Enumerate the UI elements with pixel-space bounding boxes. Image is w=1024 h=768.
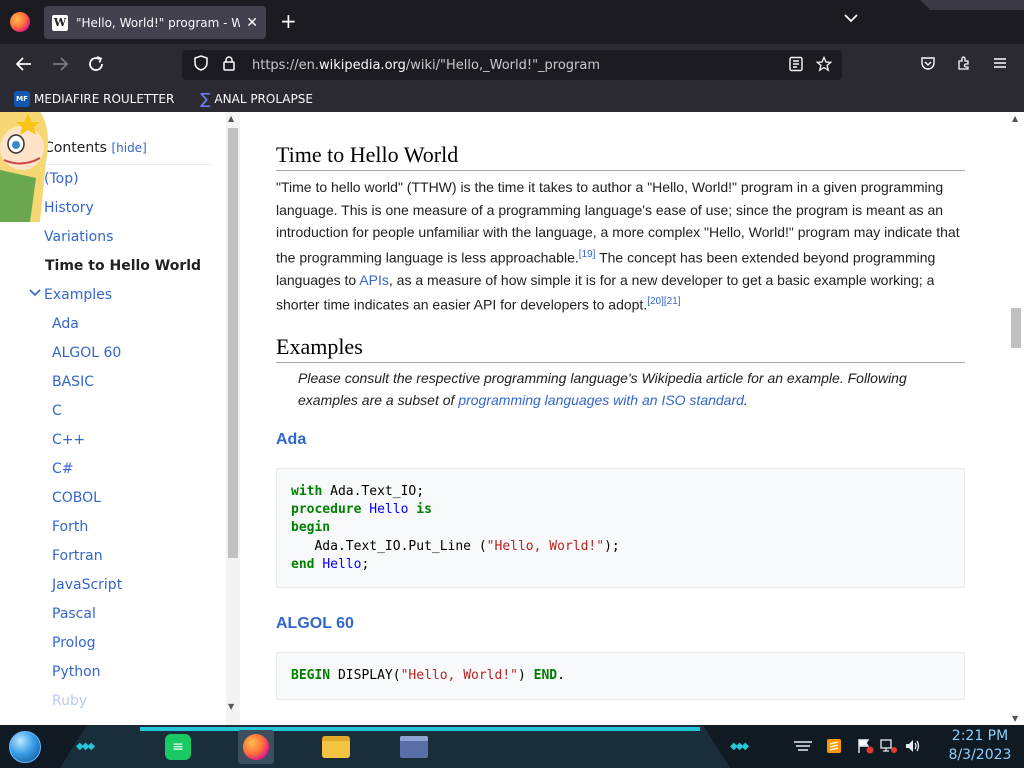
toc-item-fortran[interactable]: Fortran: [52, 548, 103, 564]
toc-item-pascal[interactable]: Pascal: [52, 606, 96, 622]
scroll-up-icon[interactable]: ▲: [228, 114, 234, 123]
firefox-icon[interactable]: [10, 12, 30, 32]
firefox-icon: [243, 734, 269, 760]
taskbar-app-firefox[interactable]: [238, 730, 274, 764]
tab-hello-world[interactable]: W "Hello, World!" program - Wikip ✕: [44, 6, 266, 39]
scroll-down-icon[interactable]: ▼: [1012, 714, 1018, 723]
sublime-icon[interactable]: [826, 738, 842, 758]
hatnote-text: .: [743, 392, 748, 408]
scroll-down-icon[interactable]: ▼: [228, 702, 234, 711]
toc-item-cpp[interactable]: C++: [52, 432, 85, 448]
taskbar-app-spotify[interactable]: ≡: [160, 730, 196, 764]
bookmark-mediafire[interactable]: MF MEDIAFIRE ROULETTER: [14, 91, 174, 107]
table-of-contents: Contents [hide] (Top) History Variations…: [0, 112, 226, 725]
toc-item-ruby[interactable]: Ruby: [52, 693, 87, 709]
citation-link[interactable]: [20]: [647, 296, 664, 307]
paragraph-tthw: "Time to hello world" (TTHW) is the time…: [276, 176, 966, 316]
toc-item-python[interactable]: Python: [52, 664, 101, 680]
bookmark-label: MEDIAFIRE ROULETTER: [34, 92, 175, 106]
tab-bar: W "Hello, World!" program - Wikip ✕ +: [0, 0, 1024, 44]
toc-item-basic[interactable]: BASIC: [52, 374, 94, 390]
url-text[interactable]: https://en.wikipedia.org/wiki/"Hello,_Wo…: [252, 58, 600, 73]
iso-languages-link[interactable]: programming languages with an ISO standa…: [458, 392, 744, 408]
hatnote: Please consult the respective programmin…: [298, 367, 958, 411]
bookmark-label: ANAL PROLAPSE: [214, 92, 313, 106]
start-button[interactable]: [9, 731, 41, 763]
toc-divider: [44, 164, 212, 165]
taskbar-app-window[interactable]: [396, 730, 432, 764]
heading-algol-60: ALGOL 60: [276, 615, 354, 632]
url-bar[interactable]: https://en.wikipedia.org/wiki/"Hello,_Wo…: [182, 50, 842, 80]
page-scrollbar[interactable]: ▲ ▼: [1008, 112, 1024, 725]
toc-hide-link[interactable]: [hide]: [111, 141, 146, 155]
tab-title: "Hello, World!" program - Wikip: [76, 15, 241, 30]
citation-link[interactable]: [19]: [579, 249, 596, 260]
toc-item-algol-60[interactable]: ALGOL 60: [52, 345, 121, 361]
reload-icon[interactable]: [86, 54, 106, 79]
toc-item-ada[interactable]: Ada: [52, 316, 79, 332]
taskbar-app-file-explorer[interactable]: [318, 730, 354, 764]
url-path: /wiki/"Hello,_World!"_program: [405, 57, 601, 73]
toc-item-forth[interactable]: Forth: [52, 519, 88, 535]
toc-scrollbar-thumb[interactable]: [228, 128, 238, 558]
toc-item-javascript[interactable]: JavaScript: [52, 577, 122, 593]
toc-scrollbar[interactable]: ▲ ▼: [226, 112, 240, 725]
bookmark-second[interactable]: ∑ ANAL PROLAPSE: [188, 90, 313, 108]
apis-link[interactable]: APIs: [359, 272, 389, 288]
menu-icon[interactable]: [992, 55, 1008, 75]
forward-icon[interactable]: [50, 54, 70, 79]
new-tab-button[interactable]: +: [280, 10, 297, 32]
toc-item-variations[interactable]: Variations: [44, 229, 113, 245]
scroll-up-icon[interactable]: ▲: [1012, 114, 1018, 123]
chevron-down-icon[interactable]: [844, 12, 858, 26]
bookmark-star-icon[interactable]: [815, 55, 833, 76]
chevron-decoration: ◆◆◆: [730, 741, 749, 752]
url-prefix: https://en.: [252, 57, 319, 73]
toc-item-cobol[interactable]: COBOL: [52, 490, 101, 506]
bookmarks-bar: MF MEDIAFIRE ROULETTER ∑ ANAL PROLAPSE: [0, 86, 1024, 112]
sigma-icon: ∑: [200, 90, 211, 108]
lock-icon[interactable]: [220, 55, 238, 75]
tray-overflow-icon[interactable]: [792, 738, 814, 756]
toc-hide-label: hide: [116, 141, 143, 155]
taskbar: ◆◆◆ ≡ ◆◆◆ 2:21 PM 8/3/2023: [0, 725, 1024, 768]
window-icon: [400, 736, 428, 758]
heading-examples: Examples: [276, 334, 965, 363]
toc-item-examples[interactable]: Examples: [44, 287, 112, 303]
code-block-ada: with Ada.Text_IO; procedure Hello is beg…: [276, 468, 965, 588]
citation-link[interactable]: [21]: [664, 296, 681, 307]
pocket-icon[interactable]: [920, 55, 936, 75]
folder-icon: [322, 736, 350, 758]
url-host: wikipedia.org: [318, 57, 406, 73]
extensions-icon[interactable]: [956, 55, 972, 75]
web-page: Contents [hide] (Top) History Variations…: [0, 112, 1024, 725]
clock-date: 8/3/2023: [948, 747, 1012, 763]
window-frame-decoration: [920, 0, 1024, 10]
wikipedia-icon: W: [52, 14, 68, 31]
close-icon[interactable]: ✕: [246, 15, 258, 31]
heading-ada: Ada: [276, 431, 307, 448]
volume-icon[interactable]: [904, 738, 922, 758]
reader-view-icon[interactable]: [788, 56, 804, 76]
flag-alert-icon[interactable]: [856, 738, 874, 758]
toc-item-c[interactable]: C: [52, 403, 62, 419]
chevron-down-icon[interactable]: [29, 287, 41, 300]
code-block-algol-60: BEGIN DISPLAY("Hello, World!") END.: [276, 652, 965, 700]
back-icon[interactable]: [14, 54, 34, 79]
spotify-icon: ≡: [165, 734, 191, 760]
page-scrollbar-thumb[interactable]: [1011, 308, 1021, 348]
toc-item-prolog[interactable]: Prolog: [52, 635, 96, 651]
clock-time: 2:21 PM: [951, 728, 1009, 744]
cartoon-avatar: [0, 112, 48, 222]
url-actions: [788, 55, 833, 76]
shield-icon[interactable]: [192, 55, 210, 75]
network-icon[interactable]: [880, 738, 898, 758]
chevron-decoration: ◆◆◆: [76, 741, 95, 752]
mediafire-icon: MF: [14, 91, 30, 107]
toc-item-time-to-hello-world[interactable]: Time to Hello World: [45, 258, 201, 274]
toc-item-csharp[interactable]: C#: [52, 461, 74, 477]
heading-time-to-hello-world: Time to Hello World: [276, 142, 965, 171]
system-clock[interactable]: 2:21 PM 8/3/2023: [940, 727, 1020, 765]
